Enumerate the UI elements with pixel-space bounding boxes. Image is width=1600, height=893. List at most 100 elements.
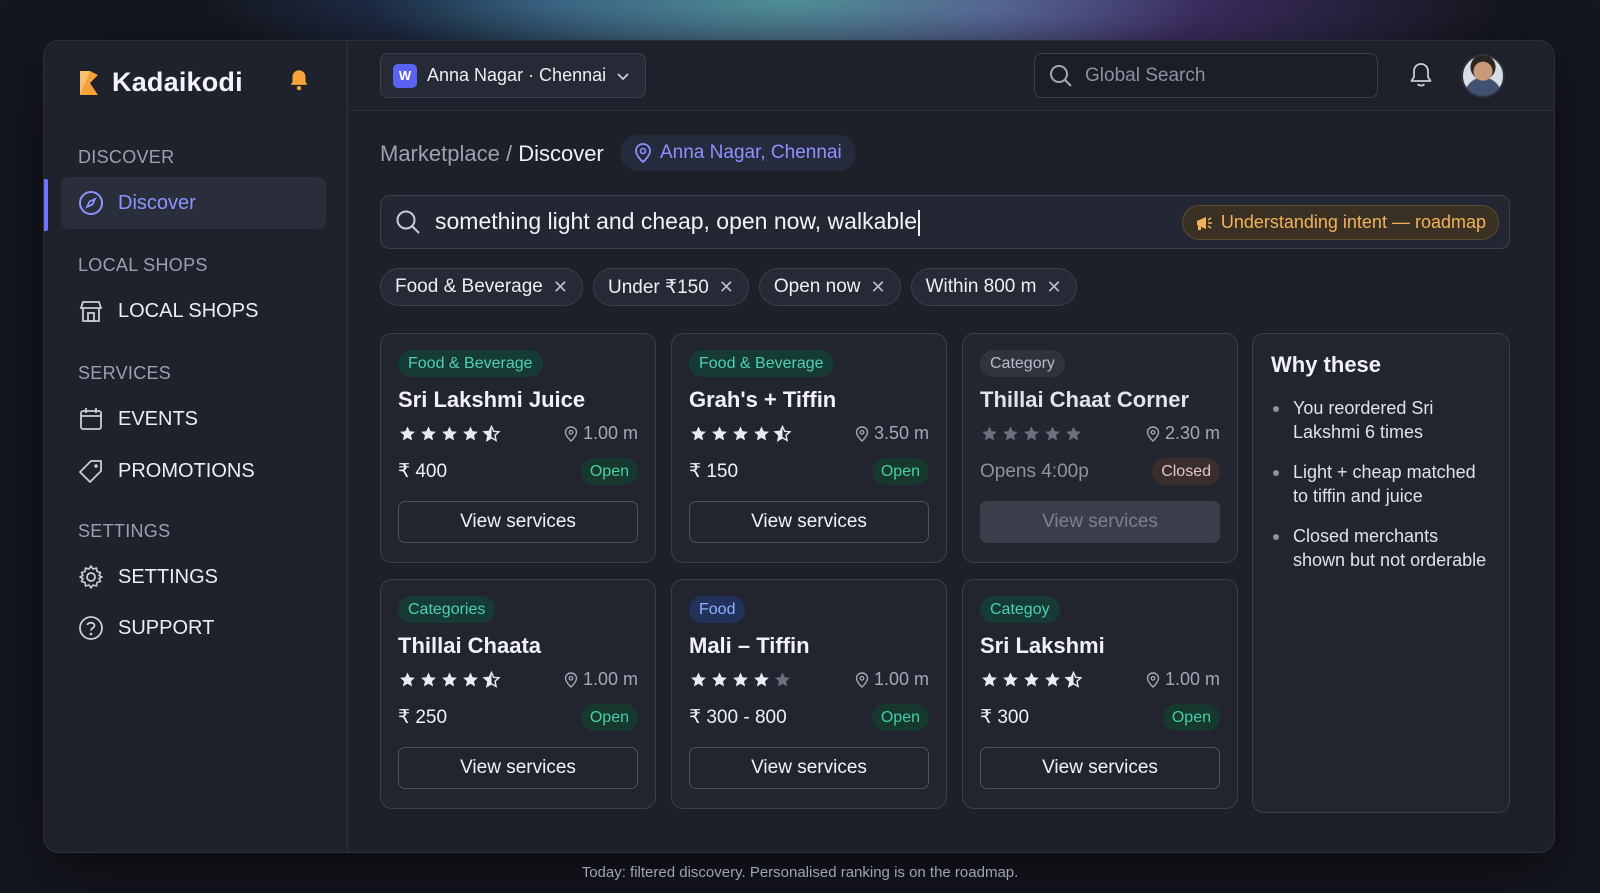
notification-bell-icon[interactable] [286,67,312,93]
sidebar-item-label: SETTINGS [118,565,219,588]
search-icon [396,210,420,234]
star-rating [689,424,792,443]
filter-chip[interactable]: Food & Beverage ✕ [380,268,583,306]
search-icon [1050,64,1072,87]
distance: 1.00 m [1146,669,1220,690]
rating-row: 1.00 m [689,669,929,690]
category-tag: Food [689,596,746,623]
merchant-name[interactable]: Thillai Chaata [398,633,638,659]
help-icon [78,615,104,641]
brand-name: Kadaikodi [112,67,243,97]
compass-icon [78,190,104,216]
section-discover: DISCOVER [78,147,175,167]
distance: 1.00 m [564,423,638,444]
active-indicator [44,179,48,231]
section-services: SERVICES [78,363,172,383]
megaphone-icon [1196,216,1212,230]
merchant-name[interactable]: Sri Lakshmi Juice [398,387,638,413]
view-services-button[interactable]: View services [689,747,929,789]
price: ₹ 300 [980,707,1030,728]
close-icon[interactable]: ✕ [871,277,886,298]
close-icon[interactable]: ✕ [1046,277,1061,298]
view-services-button[interactable]: View services [980,747,1220,789]
merchant-card: Food & Beverage Grah's + Tiffin 3.50 m ₹ 15… [671,333,947,563]
merchant-card: Food Mali – Tiffin 1.00 m ₹ 300 - 800 Open Vi… [671,579,947,809]
distance-value: 2.30 m [1164,423,1220,443]
status-badge: Open [580,458,638,485]
filter-chip[interactable]: Open now ✕ [758,268,901,306]
location-pin-icon [855,671,869,688]
close-icon[interactable]: ✕ [719,277,734,298]
gear-icon [78,564,104,590]
filter-chip[interactable]: Under ₹150 ✕ [592,268,749,306]
location-pin-icon [564,425,578,442]
star-rating [398,670,501,689]
merchant-name[interactable]: Mali – Tiffin [689,633,929,659]
location-dropdown[interactable]: W Anna Nagar · Chennai [380,53,646,98]
distance-value: 1.00 m [582,423,638,443]
distance-value: 3.50 m [873,423,929,443]
workspace-badge: W [393,63,417,88]
star-rating [398,424,501,443]
price: ₹ 250 [398,707,448,728]
logo-icon [80,70,98,95]
status-badge: Open [871,458,929,485]
category-tag: Categoy [980,596,1060,623]
why-these-title: Why these [1271,352,1382,377]
sidebar-item-label: LOCAL SHOPS [118,299,259,322]
distance: 3.50 m [855,423,929,444]
price: ₹ 400 [398,461,448,482]
price-row: ₹ 400 Open [398,458,638,485]
distance: 2.30 m [1146,423,1220,444]
close-icon[interactable]: ✕ [553,277,568,298]
breadcrumb-parent[interactable]: Marketplace [380,141,500,167]
status-badge: Open [1162,704,1220,731]
price-row: ₹ 150 Open [689,458,929,485]
user-avatar[interactable] [1461,54,1505,98]
global-search-input[interactable] [1085,64,1355,87]
filter-chip-label: Open now [773,276,861,297]
topbar: W Anna Nagar · Chennai [348,41,1554,111]
reason-item: Light + cheap matched to tiffin and juic… [1271,460,1491,508]
distance-value: 1.00 m [582,669,638,689]
app-window: Kadaikodi DISCOVER Discover LOCAL SHOPS … [43,40,1555,853]
intent-badge-label: Understanding intent — roadmap [1220,212,1486,232]
sidebar-item-local-shops[interactable]: LOCAL SHOPS [61,285,326,337]
sidebar: Kadaikodi DISCOVER Discover LOCAL SHOPS … [44,41,348,852]
location-pill-label: Anna Nagar, Chennai [660,142,842,163]
intent-search-bar[interactable]: something light and cheap, open now, wal… [380,195,1510,249]
merchant-card: Category Thillai Chaat Corner 2.30 m Opens … [962,333,1238,563]
filter-chips: Food & Beverage ✕ Under ₹150 ✕ Open now ✕ W… [380,268,1077,306]
filter-chip[interactable]: Within 800 m ✕ [910,268,1077,306]
star-rating [689,671,792,689]
category-tag: Food & Beverage [398,350,543,377]
sidebar-item-label: PROMOTIONS [118,459,255,482]
merchant-name[interactable]: Grah's + Tiffin [689,387,929,413]
chevron-down-icon [617,73,629,81]
merchant-name[interactable]: Sri Lakshmi [980,633,1220,659]
store-icon [78,298,104,324]
merchant-name[interactable]: Thillai Chaat Corner [980,387,1220,413]
section-settings: SETTINGS [78,521,171,541]
sidebar-item-support[interactable]: SUPPORT [61,602,326,654]
filter-chip-label: Within 800 m [925,276,1037,297]
star-rating [980,425,1083,443]
sidebar-item-promotions[interactable]: PROMOTIONS [61,445,326,497]
star-rating [980,670,1083,689]
merchant-card: Food & Beverage Sri Lakshmi Juice 1.00 m ₹ … [380,333,656,563]
notifications-icon[interactable] [1408,61,1434,89]
view-services-button[interactable]: View services [398,747,638,789]
price: ₹ 150 [689,461,739,482]
sidebar-item-events[interactable]: EVENTS [61,393,326,445]
location-pill[interactable]: Anna Nagar, Chennai [620,135,856,171]
category-tag: Food & Beverage [689,350,834,377]
breadcrumb: Marketplace / Discover [380,141,604,167]
why-these-panel: Why these You reordered Sri Lakshmi 6 ti… [1252,333,1510,813]
brand[interactable]: Kadaikodi [78,67,243,98]
distance: 1.00 m [855,669,929,690]
view-services-button[interactable]: View services [398,501,638,543]
view-services-button[interactable]: View services [689,501,929,543]
global-search[interactable] [1034,53,1378,98]
sidebar-item-discover[interactable]: Discover [61,177,326,229]
sidebar-item-settings[interactable]: SETTINGS [61,551,326,603]
